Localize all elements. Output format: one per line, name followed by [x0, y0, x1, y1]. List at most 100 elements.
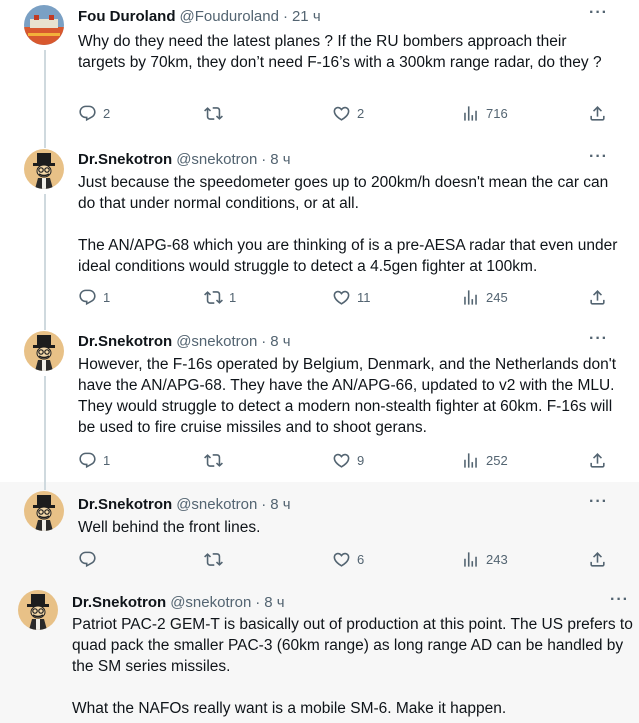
heart-icon [332, 451, 351, 470]
display-name[interactable]: Dr.Snekotron [78, 496, 172, 513]
views-count: 243 [486, 552, 508, 567]
tweet-paragraph: Well behind the front lines. [78, 519, 261, 536]
separator-dot: · [255, 593, 261, 611]
heart-icon [332, 104, 351, 123]
retweet-icon [204, 288, 223, 307]
share-button[interactable] [588, 288, 607, 307]
views-button[interactable]: 252 [461, 451, 508, 470]
share-icon [588, 550, 607, 569]
views-button[interactable]: 716 [461, 104, 508, 123]
like-count: 9 [357, 453, 365, 468]
share-button[interactable] [588, 550, 607, 569]
user-handle[interactable]: @snekotron [176, 151, 257, 168]
tweet-header: Dr.Snekotron @snekotron · 8 ч [78, 331, 291, 351]
views-count: 252 [486, 453, 508, 468]
display-name[interactable]: Dr.Snekotron [78, 333, 172, 350]
thread-line [44, 194, 46, 322]
display-name[interactable]: Fou Duroland [78, 8, 176, 25]
avatar[interactable] [24, 149, 64, 189]
views-icon [461, 104, 480, 123]
display-name[interactable]: Dr.Snekotron [78, 151, 172, 168]
tweet[interactable]: Dr.Snekotron @snekotron · 8 ч ··· Just b… [0, 140, 639, 322]
like-button[interactable]: 9 [332, 451, 364, 470]
more-icon[interactable]: ··· [589, 4, 608, 22]
avatar-image [24, 5, 64, 45]
like-count: 6 [357, 552, 365, 567]
views-icon [461, 550, 480, 569]
reply-count: 1 [103, 290, 111, 305]
share-button[interactable] [588, 104, 607, 123]
reply-button[interactable] [78, 550, 103, 569]
more-icon[interactable]: ··· [589, 148, 608, 166]
timestamp[interactable]: 8 ч [264, 594, 284, 611]
views-icon [461, 288, 480, 307]
separator-dot: · [282, 7, 288, 25]
retweet-icon [204, 104, 223, 123]
tweet-paragraph: However, the F-16s operated by Belgium, … [78, 356, 617, 436]
reply-button[interactable]: 1 [78, 288, 110, 307]
tweet-paragraph: Why do they need the latest planes ? If … [78, 33, 602, 71]
more-icon[interactable]: ··· [610, 591, 629, 609]
tweet-actions: 6 243 [78, 550, 618, 570]
tweet-header: Fou Duroland @Fouduroland · 21 ч [78, 6, 321, 26]
thread-line [44, 482, 46, 490]
like-count: 2 [357, 106, 365, 121]
like-button[interactable]: 6 [332, 550, 364, 569]
user-handle[interactable]: @Fouduroland [180, 8, 279, 25]
heart-icon [332, 550, 351, 569]
reply-button[interactable]: 2 [78, 104, 110, 123]
display-name[interactable]: Dr.Snekotron [72, 594, 166, 611]
views-button[interactable]: 245 [461, 288, 508, 307]
separator-dot: · [261, 332, 267, 350]
reply-icon [78, 451, 97, 470]
thread-line [44, 376, 46, 482]
views-count: 245 [486, 290, 508, 305]
tweet[interactable]: Dr.Snekotron @snekotron · 8 ч ··· Well b… [0, 482, 639, 582]
user-handle[interactable]: @snekotron [176, 496, 257, 513]
share-button[interactable] [588, 451, 607, 470]
like-count: 11 [357, 290, 371, 305]
tweet-header: Dr.Snekotron @snekotron · 8 ч [78, 149, 291, 169]
avatar-image [24, 149, 64, 189]
views-count: 716 [486, 106, 508, 121]
retweet-button[interactable] [204, 104, 229, 123]
like-button[interactable]: 11 [332, 288, 371, 307]
avatar-image [18, 590, 58, 630]
thread-line [44, 140, 46, 148]
timestamp[interactable]: 21 ч [292, 8, 321, 25]
share-icon [588, 288, 607, 307]
avatar[interactable] [24, 331, 64, 371]
tweet-text: Well behind the front lines. [78, 517, 618, 538]
views-icon [461, 451, 480, 470]
timestamp[interactable]: 8 ч [270, 333, 290, 350]
tweet-text: However, the F-16s operated by Belgium, … [78, 354, 618, 438]
retweet-button[interactable] [204, 550, 229, 569]
timestamp[interactable]: 8 ч [270, 151, 290, 168]
tweet-text: Patriot PAC-2 GEM-T is basically out of … [72, 614, 634, 719]
tweet-actions: 2 2 716 [78, 104, 618, 124]
like-button[interactable]: 2 [332, 104, 364, 123]
heart-icon [332, 288, 351, 307]
avatar-image [24, 331, 64, 371]
user-handle[interactable]: @snekotron [176, 333, 257, 350]
tweet[interactable]: Fou Duroland @Fouduroland · 21 ч ··· Why… [0, 0, 639, 140]
retweet-icon [204, 451, 223, 470]
avatar[interactable] [24, 491, 64, 531]
tweet-paragraph: Patriot PAC-2 GEM-T is basically out of … [72, 616, 633, 675]
retweet-button[interactable] [204, 451, 229, 470]
retweet-button[interactable]: 1 [204, 288, 236, 307]
views-button[interactable]: 243 [461, 550, 508, 569]
more-icon[interactable]: ··· [589, 330, 608, 348]
tweet-focused[interactable]: Dr.Snekotron @snekotron · 8 ч ··· Patrio… [0, 582, 639, 723]
tweet-text: Just because the speedometer goes up to … [78, 172, 618, 277]
more-icon[interactable]: ··· [589, 493, 608, 511]
tweet[interactable]: Dr.Snekotron @snekotron · 8 ч ··· Howeve… [0, 322, 639, 482]
tweet-paragraph: What the NAFOs really want is a mobile S… [72, 700, 507, 717]
user-handle[interactable]: @snekotron [170, 594, 251, 611]
tweet-header: Dr.Snekotron @snekotron · 8 ч [72, 592, 285, 612]
reply-button[interactable]: 1 [78, 451, 110, 470]
avatar[interactable] [18, 590, 58, 630]
thread-line [44, 50, 46, 140]
timestamp[interactable]: 8 ч [270, 496, 290, 513]
avatar[interactable] [24, 5, 64, 45]
